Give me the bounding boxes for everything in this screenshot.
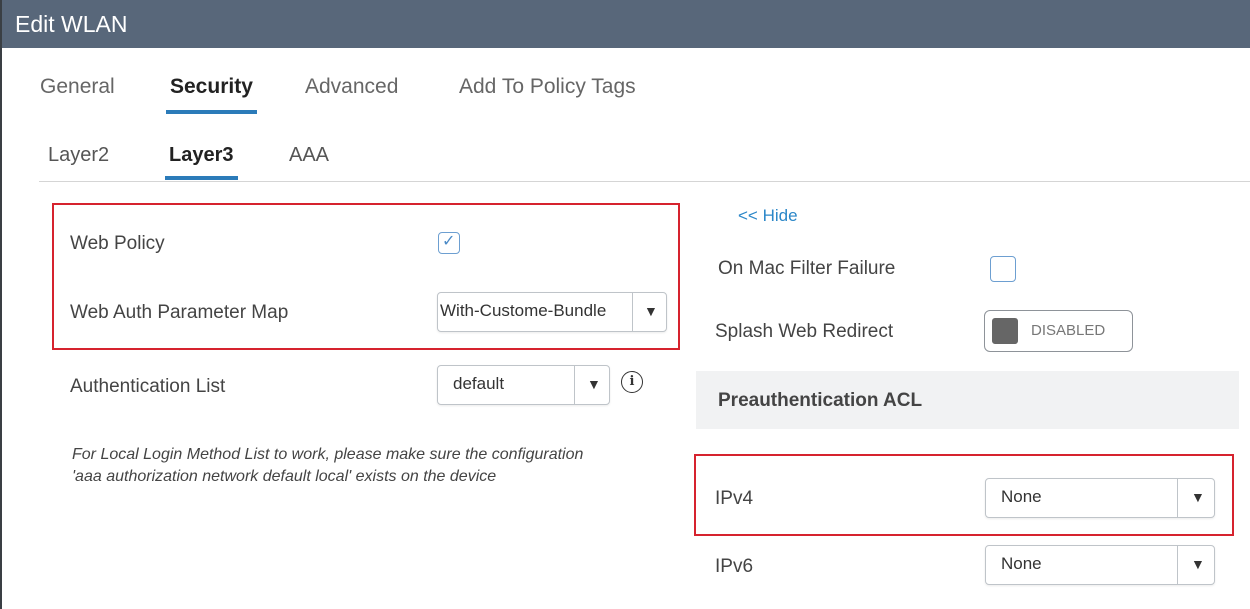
splash-web-redirect-label: Splash Web Redirect <box>715 321 894 342</box>
toggle-state-label: DISABLED <box>1031 322 1106 339</box>
tab-advanced[interactable]: Advanced <box>305 75 398 99</box>
local-login-note: For Local Login Method List to work, ple… <box>72 446 584 485</box>
web-auth-param-map-select[interactable]: With-Custome-Bundle ▼ <box>437 292 667 332</box>
tab-general[interactable]: General <box>40 75 115 99</box>
ipv6-acl-value: None <box>1001 554 1042 573</box>
web-auth-param-map-label: Web Auth Parameter Map <box>70 302 289 323</box>
web-policy-label: Web Policy <box>70 233 165 254</box>
tab-security[interactable]: Security <box>166 75 257 114</box>
ipv4-acl-value: None <box>1001 487 1042 506</box>
web-policy-checkbox[interactable]: ✓ <box>438 232 460 254</box>
security-subtabs: Layer2 Layer3 AAA <box>39 130 1250 182</box>
select-divider <box>1177 479 1178 517</box>
toggle-knob <box>992 318 1018 344</box>
chevron-down-icon: ▼ <box>1191 556 1205 572</box>
subtab-layer3[interactable]: Layer3 <box>165 144 238 180</box>
web-auth-param-map-value: With-Custome-Bundle <box>440 301 607 320</box>
select-divider <box>1177 546 1178 584</box>
preauth-acl-title: Preauthentication ACL <box>718 390 923 411</box>
title-bar: Edit WLAN <box>2 0 1250 48</box>
edit-wlan-dialog: Edit WLAN General Security Advanced Add … <box>0 0 1250 609</box>
chevron-down-icon: ▼ <box>644 303 658 319</box>
chevron-down-icon: ▼ <box>1191 489 1205 505</box>
ipv4-label: IPv4 <box>715 488 754 509</box>
splash-web-redirect-toggle[interactable]: DISABLED <box>984 310 1133 352</box>
info-icon[interactable]: i <box>621 371 643 393</box>
subtab-layer2[interactable]: Layer2 <box>48 144 109 167</box>
subtab-aaa[interactable]: AAA <box>289 144 329 167</box>
chevron-down-icon: ▼ <box>587 376 601 392</box>
ipv6-acl-select[interactable]: None ▼ <box>985 545 1215 585</box>
mac-filter-failure-checkbox[interactable] <box>990 256 1016 282</box>
active-subtab-underline <box>165 176 238 180</box>
select-divider <box>574 366 575 404</box>
active-tab-underline <box>166 110 257 114</box>
authentication-list-label: Authentication List <box>70 376 226 397</box>
authentication-list-value: default <box>453 374 505 393</box>
hide-link[interactable]: << Hide <box>738 206 798 226</box>
preauth-acl-section-header: Preauthentication ACL <box>696 371 1239 429</box>
main-tabs: General Security Advanced Add To Policy … <box>2 48 1250 114</box>
select-divider <box>632 293 633 331</box>
ipv6-label: IPv6 <box>715 556 754 577</box>
dialog-title: Edit WLAN <box>15 11 128 37</box>
authentication-list-select[interactable]: default ▼ <box>437 365 610 405</box>
checkmark-icon: ✓ <box>442 233 456 250</box>
tab-add-to-policy-tags[interactable]: Add To Policy Tags <box>459 75 636 99</box>
ipv4-acl-select[interactable]: None ▼ <box>985 478 1215 518</box>
mac-filter-failure-label: On Mac Filter Failure <box>718 258 896 279</box>
